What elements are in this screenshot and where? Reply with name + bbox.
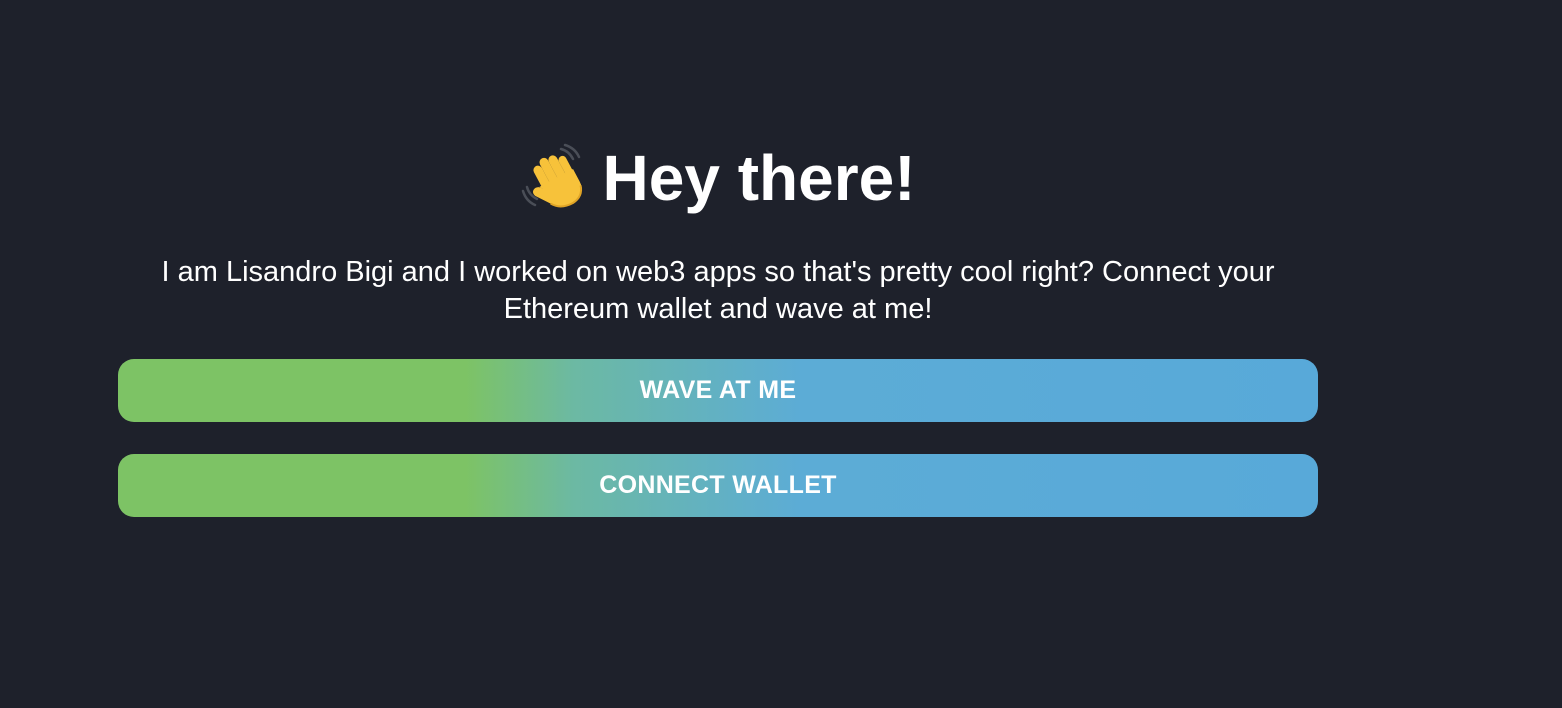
connect-wallet-button[interactable]: CONNECT WALLET (118, 454, 1318, 517)
wave-button[interactable]: WAVE AT ME (118, 359, 1318, 422)
main-container: Hey there! I am Lisandro Bigi and I work… (118, 140, 1318, 517)
wave-button-label: WAVE AT ME (639, 376, 797, 404)
bio-text: I am Lisandro Bigi and I worked on web3 … (161, 256, 1275, 325)
page-title: Hey there! (602, 142, 916, 214)
waving-hand-icon (521, 143, 591, 213)
connect-wallet-button-label: CONNECT WALLET (599, 471, 837, 499)
header: Hey there! (521, 140, 916, 216)
